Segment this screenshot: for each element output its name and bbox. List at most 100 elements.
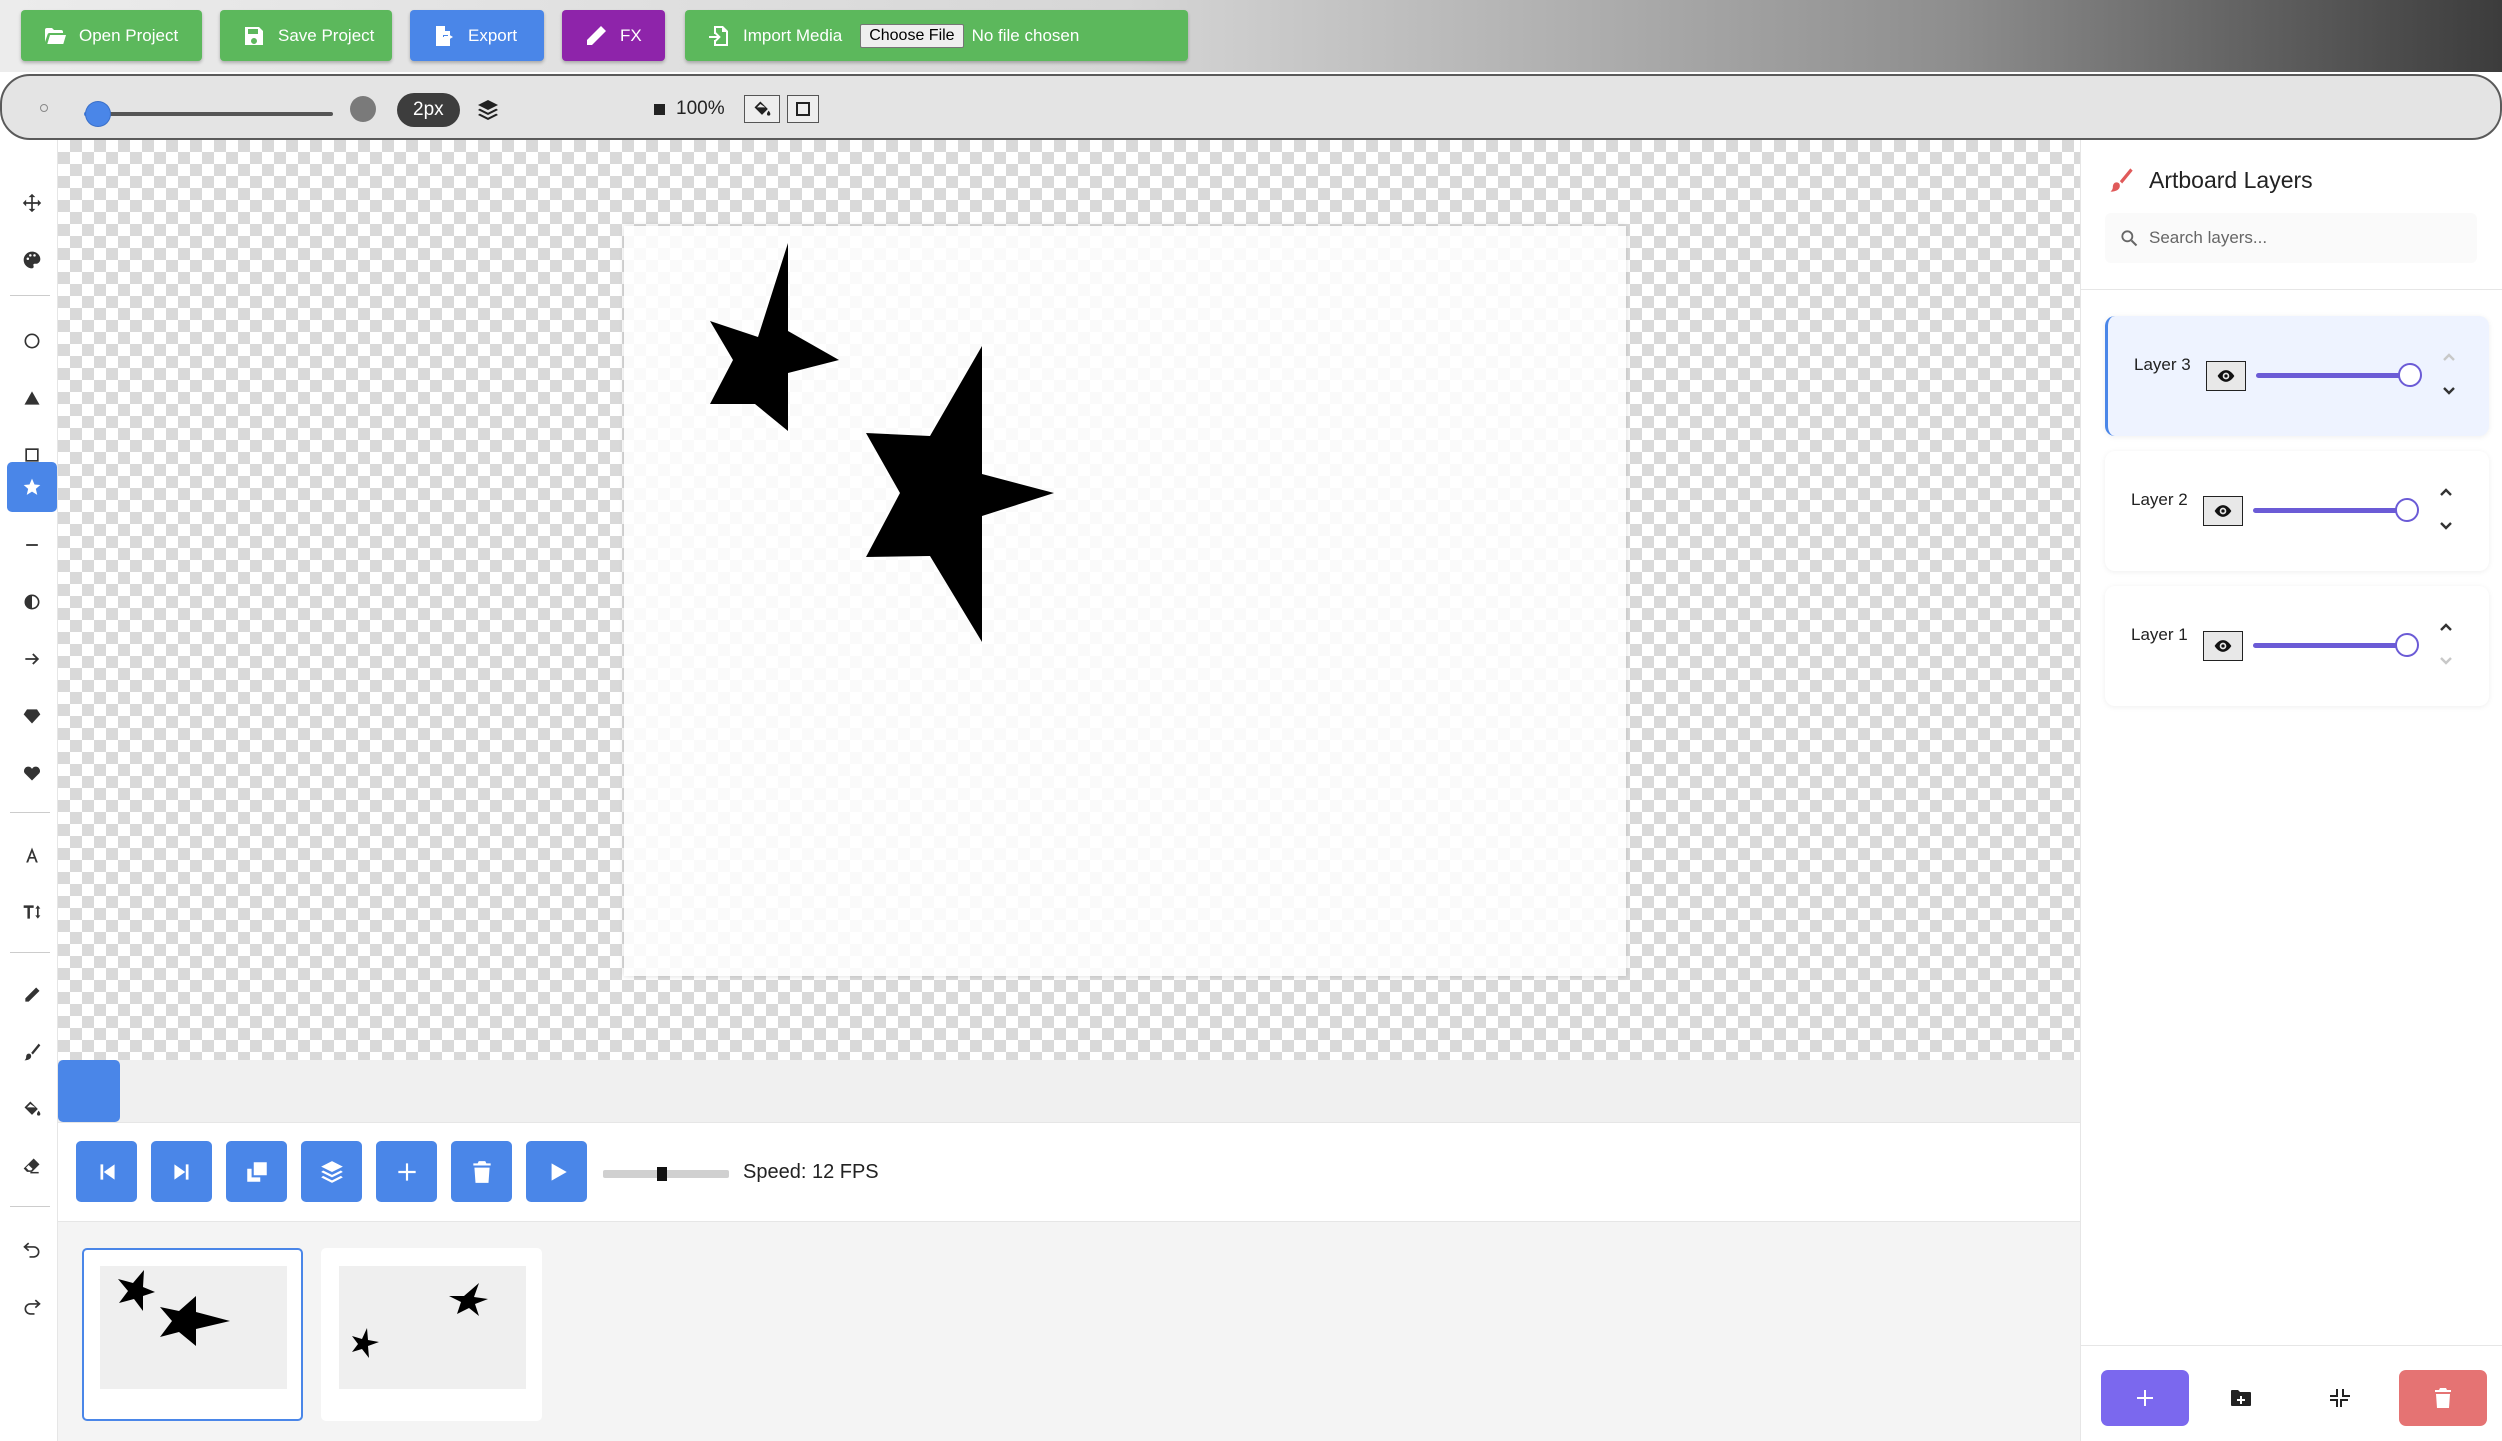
layer-opacity-thumb[interactable]: [2395, 498, 2419, 522]
move-icon: [22, 193, 42, 213]
first-frame-button[interactable]: [76, 1141, 137, 1202]
export-button[interactable]: Export: [410, 10, 544, 61]
fx-label: FX: [620, 25, 642, 45]
arrow-tool[interactable]: [7, 634, 57, 684]
redo-button[interactable]: [7, 1281, 57, 1331]
redo-icon: [24, 1299, 41, 1315]
layers-panel-title: Artboard Layers: [2149, 167, 2313, 193]
layer-item[interactable]: Layer 2: [2105, 451, 2489, 571]
add-frame-icon: [397, 1162, 416, 1181]
layer-item[interactable]: Layer 3: [2105, 316, 2489, 436]
zoom-readout: 100%: [676, 98, 725, 119]
duplicate-frame-button[interactable]: [226, 1141, 287, 1202]
undo-button[interactable]: [7, 1224, 57, 1274]
current-color-swatch[interactable]: [58, 1060, 120, 1122]
save-project-button[interactable]: Save Project: [220, 10, 392, 61]
layer-opacity-slider[interactable]: [2253, 643, 2403, 648]
brush-tool[interactable]: [7, 1027, 57, 1077]
brush-size-readout: 2px: [397, 93, 460, 127]
merge-layers-button[interactable]: [2299, 1370, 2379, 1426]
move-layer-down-button[interactable]: [2435, 652, 2457, 668]
tool-palette: [0, 140, 58, 1441]
last-frame-button[interactable]: [151, 1141, 212, 1202]
move-layer-down-button[interactable]: [2435, 517, 2457, 533]
trash-icon: [2435, 1388, 2451, 1408]
line-tool[interactable]: [7, 520, 57, 570]
heart-tool[interactable]: [7, 748, 57, 798]
text-height-icon: [23, 905, 41, 919]
stroke-toggle-button[interactable]: [787, 95, 819, 123]
brush-size-thumb[interactable]: [86, 102, 110, 126]
text-tool[interactable]: [7, 830, 57, 880]
layer-search[interactable]: [2105, 213, 2477, 263]
visibility-toggle[interactable]: [2203, 496, 2243, 526]
star-tool[interactable]: [7, 462, 57, 512]
text-size-tool[interactable]: [7, 887, 57, 937]
gem-tool[interactable]: [7, 691, 57, 741]
delete-layer-button[interactable]: [2399, 1370, 2487, 1426]
triangle-tool[interactable]: [7, 373, 57, 423]
layer-search-input[interactable]: [2149, 228, 2449, 248]
move-layer-down-button[interactable]: [2438, 382, 2460, 398]
contrast-icon: [24, 594, 40, 610]
star-shape-small[interactable]: [710, 243, 839, 431]
open-project-button[interactable]: Open Project: [21, 10, 202, 61]
add-group-button[interactable]: [2201, 1370, 2281, 1426]
chevron-up-icon: [2440, 623, 2452, 631]
magic-pen-icon: [587, 25, 606, 45]
fill-toggle-button[interactable]: [744, 95, 780, 123]
artboard[interactable]: [624, 226, 1626, 976]
arrow-right-icon: [25, 653, 40, 665]
search-icon: [2121, 230, 2138, 247]
layer-opacity-slider[interactable]: [2256, 373, 2406, 378]
delete-frame-icon: [472, 1160, 491, 1183]
play-button[interactable]: [526, 1141, 587, 1202]
star-shape-large[interactable]: [866, 346, 1054, 642]
tool-separator: [10, 952, 50, 953]
eye-icon: [2214, 640, 2232, 652]
tool-separator: [10, 1206, 50, 1207]
frame-preview: [100, 1266, 287, 1389]
frame-thumbnail[interactable]: [82, 1248, 303, 1421]
add-layer-button[interactable]: [2101, 1370, 2189, 1426]
fx-button[interactable]: FX: [562, 10, 665, 61]
layers-panel: Artboard Layers Layer 3 Layer 2: [2080, 140, 2502, 1441]
canvas-stage[interactable]: [58, 140, 2080, 1060]
layer-opacity-thumb[interactable]: [2398, 363, 2422, 387]
layer-name: Layer 2: [2131, 490, 2188, 509]
brush-size-slider[interactable]: [84, 112, 333, 116]
circle-icon: [24, 333, 40, 349]
move-layer-up-button[interactable]: [2438, 350, 2460, 366]
gradient-tool[interactable]: [7, 577, 57, 627]
onion-skin-icon: [320, 1160, 343, 1183]
layers-panel-header: Artboard Layers: [2081, 140, 2502, 290]
frame-thumbnail[interactable]: [321, 1248, 542, 1421]
circle-tool[interactable]: [7, 316, 57, 366]
layer-name: Layer 3: [2134, 355, 2191, 374]
palette-tool[interactable]: [7, 235, 57, 285]
animation-controls: Speed: 12 FPS: [58, 1122, 2080, 1222]
paint-brush-icon: [2110, 168, 2133, 192]
choose-file-button[interactable]: Choose File: [860, 23, 964, 48]
fill-tool[interactable]: [7, 1084, 57, 1134]
square-outline-icon: [796, 102, 810, 116]
move-layer-up-button[interactable]: [2435, 620, 2457, 636]
file-status-text: No file chosen: [971, 25, 1080, 45]
move-layer-up-button[interactable]: [2435, 485, 2457, 501]
onion-skin-button[interactable]: [301, 1141, 362, 1202]
eraser-tool[interactable]: [7, 1141, 57, 1191]
frame-strip: [58, 1222, 2080, 1441]
save-project-label: Save Project: [278, 25, 375, 45]
visibility-toggle[interactable]: [2203, 631, 2243, 661]
layer-item[interactable]: Layer 1: [2105, 586, 2489, 706]
import-media-button[interactable]: Import Media Choose File No file chosen: [685, 10, 1188, 61]
layer-opacity-thumb[interactable]: [2395, 633, 2419, 657]
delete-frame-button[interactable]: [451, 1141, 512, 1202]
visibility-toggle[interactable]: [2206, 361, 2246, 391]
file-import-icon: [709, 25, 728, 46]
add-frame-button[interactable]: [376, 1141, 437, 1202]
move-tool[interactable]: [7, 178, 57, 228]
pencil-tool[interactable]: [7, 970, 57, 1020]
layer-opacity-slider[interactable]: [2253, 508, 2403, 513]
fps-slider-thumb[interactable]: [657, 1167, 667, 1181]
